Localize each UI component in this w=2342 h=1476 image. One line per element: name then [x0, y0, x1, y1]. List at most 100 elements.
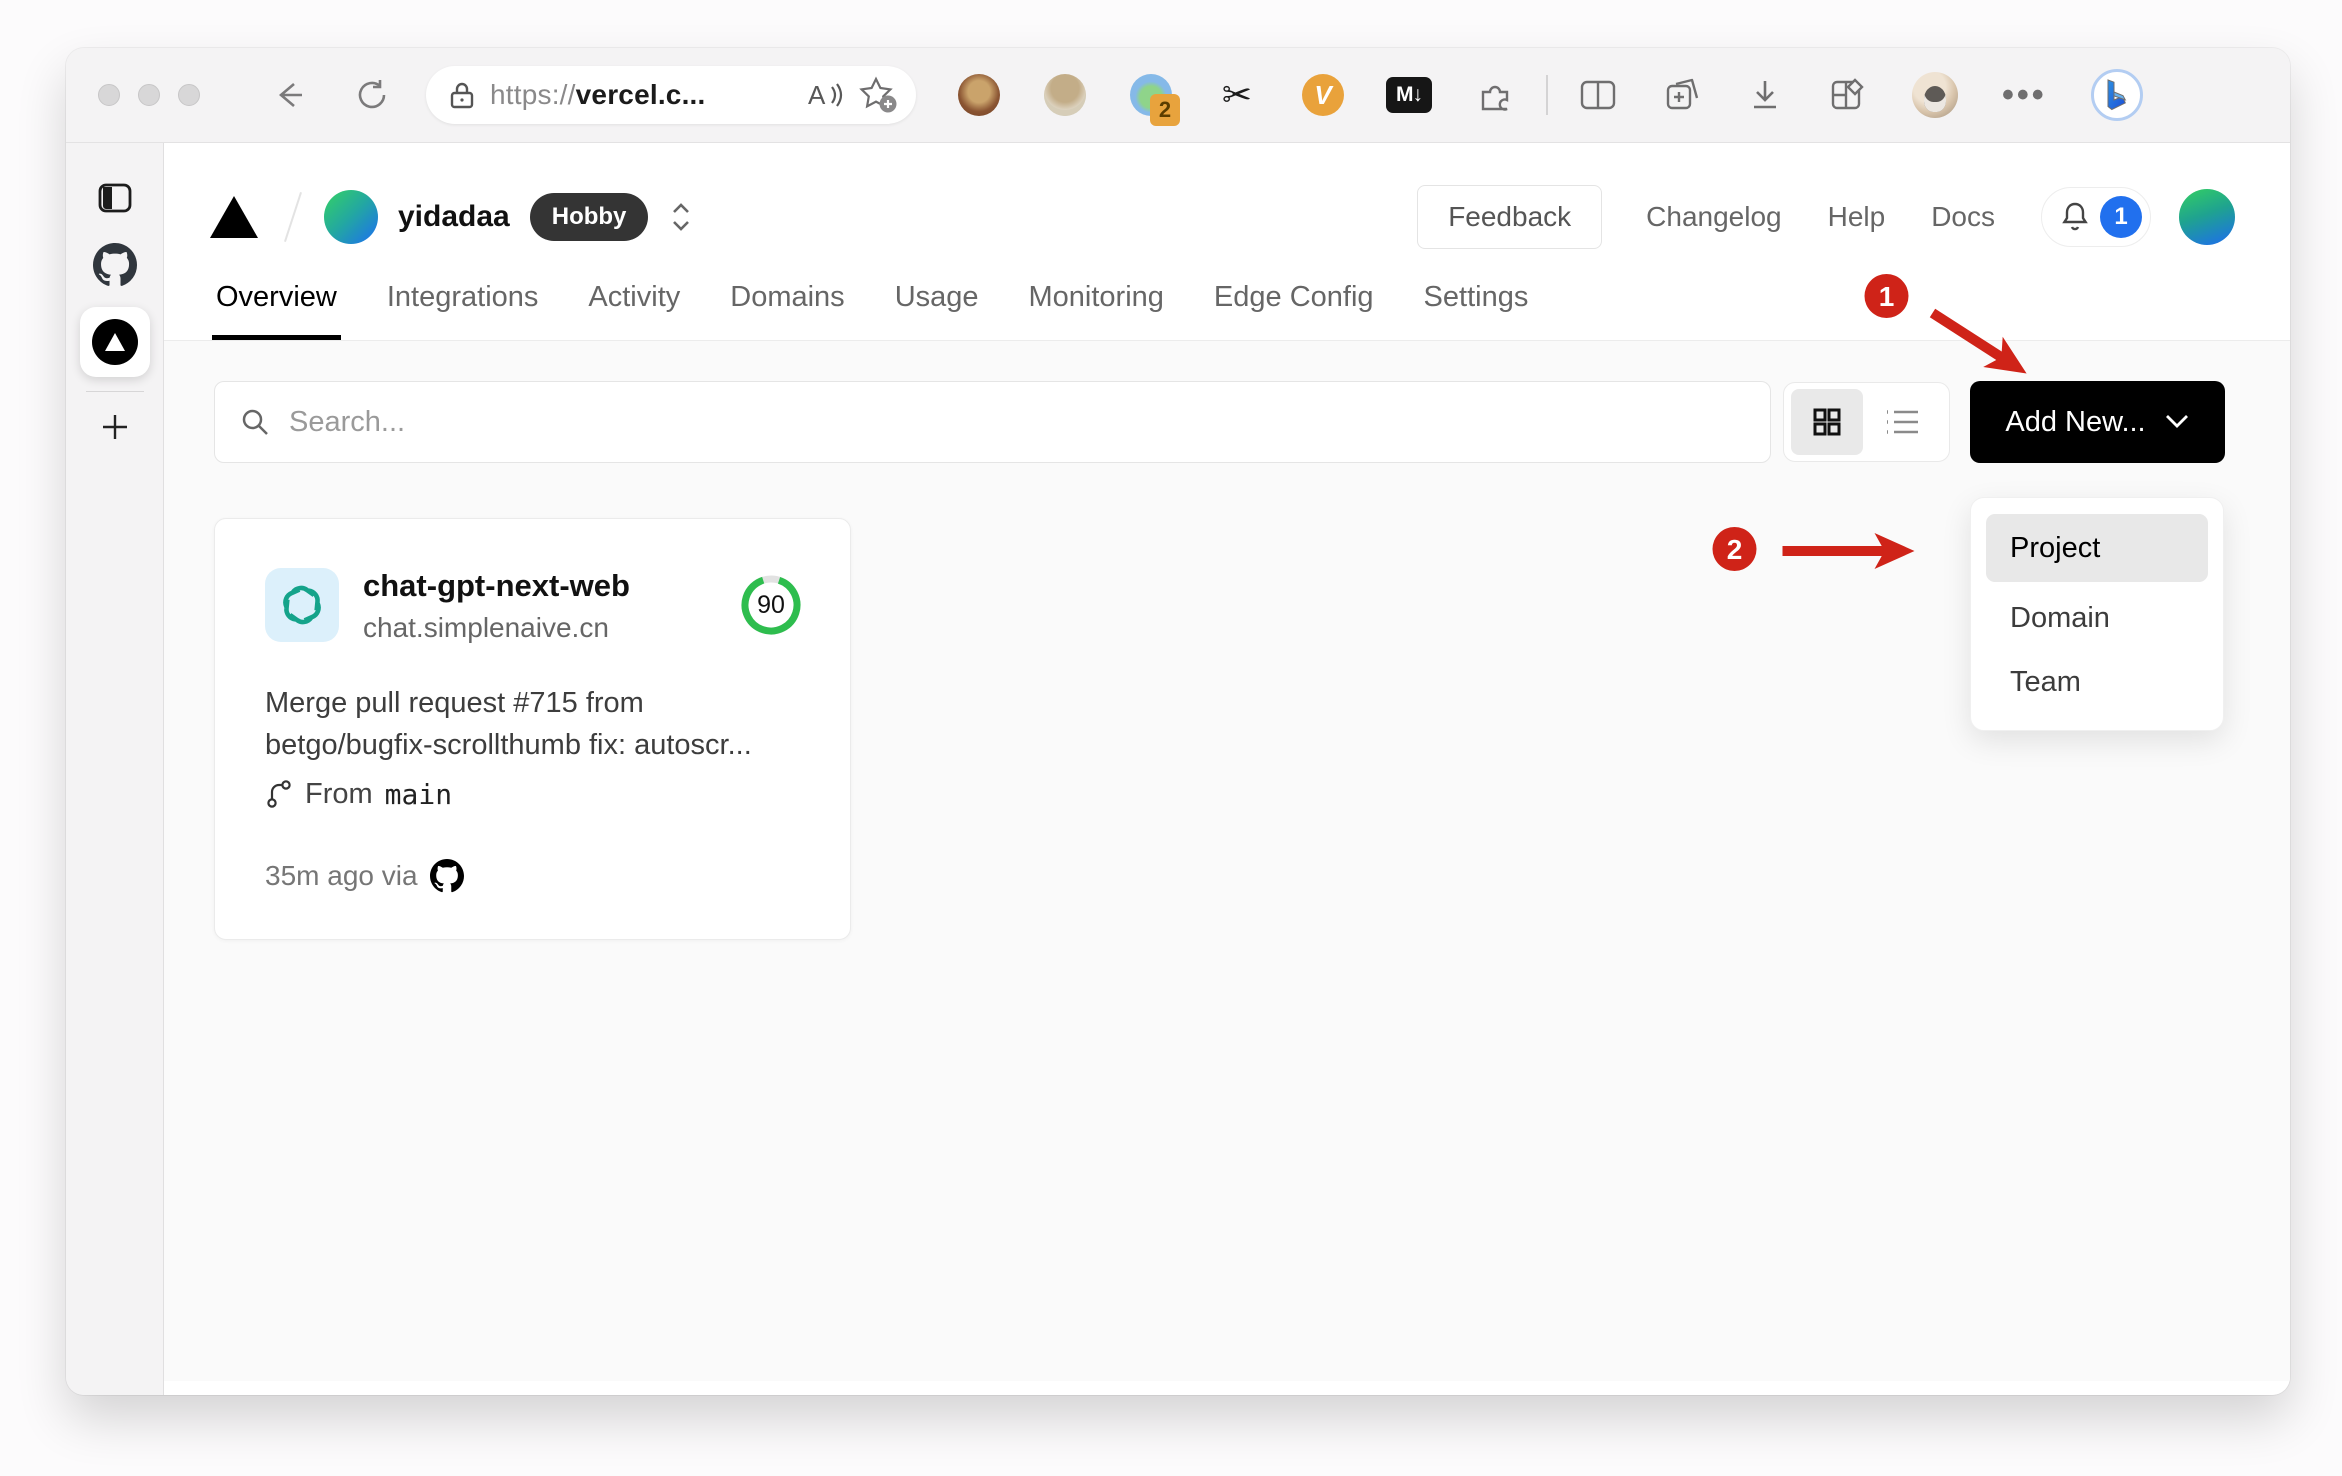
reload-button[interactable]	[354, 77, 390, 113]
overview-content: Add New...	[164, 341, 2290, 1381]
dropdown-item-domain[interactable]: Domain	[1986, 586, 2208, 650]
openai-project-icon	[265, 568, 339, 643]
project-search[interactable]	[214, 381, 1771, 463]
tab-domains[interactable]: Domains	[730, 281, 844, 340]
search-input[interactable]	[289, 405, 1746, 439]
tab-settings[interactable]: Settings	[1424, 281, 1529, 340]
plan-badge: Hobby	[529, 193, 649, 241]
edge-sidebar	[66, 143, 164, 1395]
nav-link-help[interactable]: Help	[1828, 201, 1886, 233]
browser-window: https://vercel.c... A 2 ✂ V M↓ ••• yidad…	[66, 48, 2290, 1395]
git-branch-icon	[267, 780, 291, 809]
badge-extension-icon[interactable]: 2	[1128, 72, 1180, 126]
view-toggle	[1783, 382, 1950, 462]
vercel-header: yidadaa Hobby Feedback Changelog Help Do…	[164, 143, 2290, 341]
tab-usage[interactable]: Usage	[895, 281, 979, 340]
vercel-logo-icon[interactable]	[210, 196, 258, 238]
maximize-window-button[interactable]	[178, 84, 200, 106]
sidebar-vercel-button-active[interactable]	[79, 307, 150, 377]
tab-overview[interactable]: Overview	[212, 281, 341, 340]
sidebar-panel-button[interactable]	[97, 181, 133, 215]
vercel-page: yidadaa Hobby Feedback Changelog Help Do…	[164, 143, 2290, 1395]
sidebar-divider	[85, 391, 144, 392]
downloads-icon[interactable]	[1746, 76, 1784, 114]
branch-prefix: From	[305, 777, 373, 810]
tampermonkey-extension-icon[interactable]	[956, 72, 1002, 118]
bing-chat-icon[interactable]	[2090, 69, 2143, 121]
toolbar-right-icons: •••	[1578, 69, 2143, 121]
team-avatar[interactable]	[324, 190, 378, 244]
commit-line-2: betgo/bugfix-scrollthumb fix: autoscr...	[265, 728, 752, 761]
sidebar-add-button[interactable]	[98, 410, 132, 444]
sidebar-github-button[interactable]	[92, 243, 137, 287]
add-new-label: Add New...	[2005, 405, 2146, 438]
close-window-button[interactable]	[98, 84, 120, 106]
tab-monitoring[interactable]: Monitoring	[1029, 281, 1164, 340]
read-aloud-icon[interactable]: A	[806, 79, 844, 111]
persona-extension-icon[interactable]	[1042, 72, 1088, 118]
github-source-icon	[429, 858, 464, 893]
branch-name: main	[384, 777, 453, 811]
project-name[interactable]: chat-gpt-next-web	[363, 567, 630, 606]
collections-icon[interactable]	[1662, 75, 1702, 115]
project-card[interactable]: chat-gpt-next-web chat.simplenaive.cn 90	[214, 518, 851, 940]
sidebar-panel-icon	[98, 183, 131, 213]
extension-count-badge: 2	[1150, 94, 1180, 126]
list-view-icon	[1886, 410, 1918, 434]
header-right: Feedback Changelog Help Docs 1	[1417, 185, 2235, 249]
lock-icon	[450, 82, 474, 109]
more-menu-icon[interactable]: •••	[2002, 76, 2047, 115]
controls-row: Add New...	[214, 381, 2225, 463]
back-arrow-icon	[278, 83, 302, 107]
branch-row: From main	[265, 778, 804, 811]
chevron-down-icon	[2165, 415, 2188, 428]
url-text[interactable]: https://vercel.c...	[490, 79, 792, 111]
commit-message: Merge pull request #715 from betgo/bugfi…	[265, 682, 804, 766]
bell-icon	[2062, 202, 2088, 231]
add-new-button[interactable]: Add New...	[1970, 381, 2225, 463]
tab-activity[interactable]: Activity	[588, 281, 680, 340]
extension-icons: 2 ✂ V M↓	[956, 72, 1518, 126]
window-controls	[98, 84, 200, 106]
search-icon	[242, 409, 268, 435]
lighthouse-score[interactable]: 90	[738, 572, 804, 638]
toolbar-divider	[1546, 75, 1548, 115]
profile-avatar[interactable]	[1912, 72, 1958, 118]
add-new-dropdown: Project Domain Team	[1970, 497, 2224, 731]
commit-line-1: Merge pull request #715 from	[265, 686, 644, 719]
github-icon	[92, 243, 137, 286]
back-button[interactable]	[270, 77, 306, 113]
team-switcher-chevrons-icon[interactable]	[670, 200, 692, 234]
project-titles: chat-gpt-next-web chat.simplenaive.cn	[363, 567, 630, 644]
favorite-star-icon[interactable]	[858, 76, 898, 114]
breadcrumb-slash	[284, 191, 302, 243]
project-domain[interactable]: chat.simplenaive.cn	[363, 612, 630, 644]
brand-row: yidadaa Hobby Feedback Changelog Help Do…	[210, 171, 2235, 263]
feedback-button[interactable]: Feedback	[1417, 185, 1603, 249]
list-view-button[interactable]	[1863, 406, 1942, 438]
dropdown-item-team[interactable]: Team	[1986, 650, 2208, 714]
notification-count-badge: 1	[2100, 196, 2142, 238]
tab-edge-config[interactable]: Edge Config	[1214, 281, 1374, 340]
user-avatar[interactable]	[2179, 189, 2235, 245]
nav-link-docs[interactable]: Docs	[1931, 201, 1995, 233]
project-card-top: chat-gpt-next-web chat.simplenaive.cn 90	[265, 567, 804, 644]
markdown-extension-icon[interactable]: M↓	[1386, 72, 1432, 118]
dropdown-item-project[interactable]: Project	[1986, 514, 2208, 582]
grid-view-button[interactable]	[1791, 389, 1863, 455]
minimize-window-button[interactable]	[138, 84, 160, 106]
extensions-puzzle-icon[interactable]	[1472, 72, 1518, 118]
nav-link-changelog[interactable]: Changelog	[1646, 201, 1781, 233]
plus-icon	[102, 415, 127, 439]
tab-integrations[interactable]: Integrations	[387, 281, 539, 340]
scissors-extension-icon[interactable]: ✂	[1214, 72, 1260, 118]
address-bar[interactable]: https://vercel.c... A	[426, 66, 916, 124]
url-scheme: https://	[490, 79, 576, 110]
notifications-button[interactable]: 1	[2041, 187, 2151, 247]
split-screen-icon[interactable]	[1578, 77, 1618, 113]
score-value: 90	[757, 590, 785, 619]
browser-toolbar: https://vercel.c... A 2 ✂ V M↓ •••	[66, 48, 2290, 143]
v-extension-icon[interactable]: V	[1300, 72, 1346, 118]
workspaces-icon[interactable]	[1828, 75, 1868, 115]
team-name[interactable]: yidadaa	[398, 200, 510, 234]
